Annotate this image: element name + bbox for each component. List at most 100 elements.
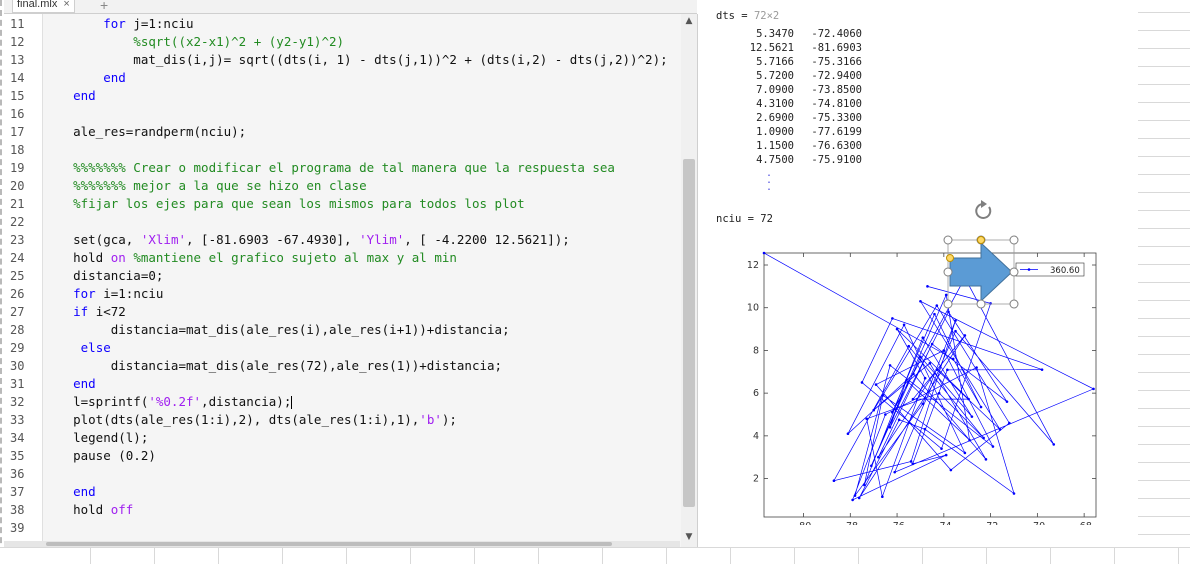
data-point [930,342,934,346]
line-number: 27 [10,305,25,319]
data-point [923,376,927,380]
code-line[interactable]: set(gca, 'Xlim', [-81.6903 -67.4930], 'Y… [43,231,570,249]
code-token: i<72 [88,304,126,319]
resize-handle-icon[interactable] [1009,299,1019,309]
resize-handle-icon[interactable] [943,267,953,277]
line-number: 17 [10,125,25,139]
code-line[interactable]: for j=1:nciu [43,15,193,33]
resize-handle-icon[interactable] [943,299,953,309]
sheet-column-line [346,548,347,564]
code-line[interactable]: hold on %mantiene el grafico sujeto al m… [43,249,457,267]
data-point [911,397,915,401]
code-line[interactable]: distancia=mat_dis(ale_res(72),ale_res(1)… [43,357,502,375]
data-point [893,470,897,474]
line-number: 29 [10,341,25,355]
data-point [860,381,864,384]
editor-vertical-scrollbar[interactable]: ▲ ▼ [681,14,697,547]
code-line[interactable]: ale_res=randperm(nciu); [43,123,246,141]
data-point [928,361,932,365]
text-cursor [291,396,293,409]
dts-cell-col2: -75.9100 [811,154,862,166]
code-line[interactable]: pause (0.2) [43,447,156,465]
code-line[interactable]: mat_dis(i,j)= sqrt((dts(i, 1) - dts(j,1)… [43,51,667,69]
resize-handle-icon[interactable] [943,235,953,245]
code-line[interactable]: for i=1:nciu [43,285,163,303]
code-token: plot(dts(ale_res(1:i),2), dts(ale_res(1:… [43,412,420,427]
x-tick-label: -78 [843,521,859,525]
code-line[interactable]: %%%%%%% Crear o modificar el programa de… [43,159,615,177]
live-editor[interactable]: 11 12 13 14 15 16 17 18 19 20 21 22 23 24 25 26 27 28 29 30… [4,14,698,547]
line-number: 33 [10,413,25,427]
code-line[interactable]: end [43,483,96,501]
figure-plot[interactable]: -80 -78 -76 -74 -72 -70 -68 2 4 6 8 10 12 360.60 [698,195,1138,525]
tab-final-mlx[interactable]: final.mlx × [12,0,75,13]
line-number: 18 [10,143,25,157]
data-point [902,323,906,327]
sheet-row-line [1138,228,1190,229]
chart-legend[interactable]: 360.60 [1015,262,1085,277]
resize-handle-icon[interactable] [1009,235,1019,245]
code-line[interactable]: %sqrt((x2-x1)^2 + (y2-y1)^2) [43,33,344,51]
line-number: 19 [10,161,25,175]
data-point [937,391,941,395]
dts-cell-col2: -77.6199 [811,126,862,138]
code-token: l=sprintf( [43,394,149,409]
data-point [888,426,892,429]
code-line[interactable]: end [43,87,96,105]
dts-cell-col2: -76.6300 [811,140,862,152]
more-rows-indicator: ... [766,168,773,193]
sheet-row-line [1138,120,1190,121]
resize-handle-icon[interactable] [1009,267,1019,277]
dts-cell-col1: 4.7500 [756,154,794,166]
code-line[interactable]: else [43,339,111,357]
add-tab-icon[interactable]: + [100,0,108,13]
sheet-column-line [794,548,795,564]
adjust-handle-icon[interactable] [977,236,985,244]
code-token: , [-81.6903 -67.4930], [186,232,360,247]
data-point [933,312,936,316]
code-line[interactable]: l=sprintf('%0.2f',distancia); [43,393,293,411]
data-point [944,293,948,297]
data-point [911,462,915,466]
code-line[interactable]: %%%%%%% mejor a la que se hizo en clase [43,177,367,195]
code-line[interactable]: hold off [43,501,133,519]
horizontal-scroll-thumb[interactable] [46,542,612,546]
adjust-handle-icon[interactable] [946,254,954,262]
vertical-scroll-thumb[interactable] [683,159,695,507]
keyword-token: end [73,484,96,499]
data-point [984,458,988,461]
data-point [1005,400,1009,403]
data-point [881,495,884,499]
x-tick-label: -68 [1076,521,1092,525]
code-line[interactable]: legend(l); [43,429,148,447]
code-area[interactable]: for j=1:nciu %sqrt((x2-x1)^2 + (y2-y1)^2… [43,14,681,547]
data-point [909,460,913,463]
line-number: 28 [10,323,25,337]
code-line[interactable]: plot(dts(ale_res(1:i),2), dts(ale_res(1:… [43,411,457,429]
keyword-token: end [73,88,96,103]
sheet-column-line [218,548,219,564]
data-point [762,251,766,255]
resize-handle-icon[interactable] [976,299,986,309]
sheet-row-line [1138,66,1190,67]
close-tab-icon[interactable]: × [63,0,69,12]
dts-cell-col1: 4.3100 [756,98,794,110]
code-line[interactable]: distancia=mat_dis(ale_res(i),ale_res(i+1… [43,321,510,339]
sheet-row-line [1138,48,1190,49]
sheet-column-line [1050,548,1051,564]
code-line[interactable]: end [43,69,126,87]
code-line[interactable]: distancia=0; [43,267,163,285]
data-point [935,368,939,371]
data-point [963,334,967,337]
code-line[interactable]: %fijar los ejes para que sean los mismos… [43,195,525,213]
sheet-row-line [1138,444,1190,445]
sheet-row-line [1138,534,1190,535]
keyword-token: end [73,376,96,391]
legend-entry-text: 360.60 [1050,266,1080,276]
scroll-down-icon[interactable]: ▼ [681,530,697,544]
line-number: 21 [10,197,25,211]
code-line[interactable]: if i<72 [43,303,126,321]
code-line[interactable]: end [43,375,96,393]
scroll-up-icon[interactable]: ▲ [681,14,697,28]
